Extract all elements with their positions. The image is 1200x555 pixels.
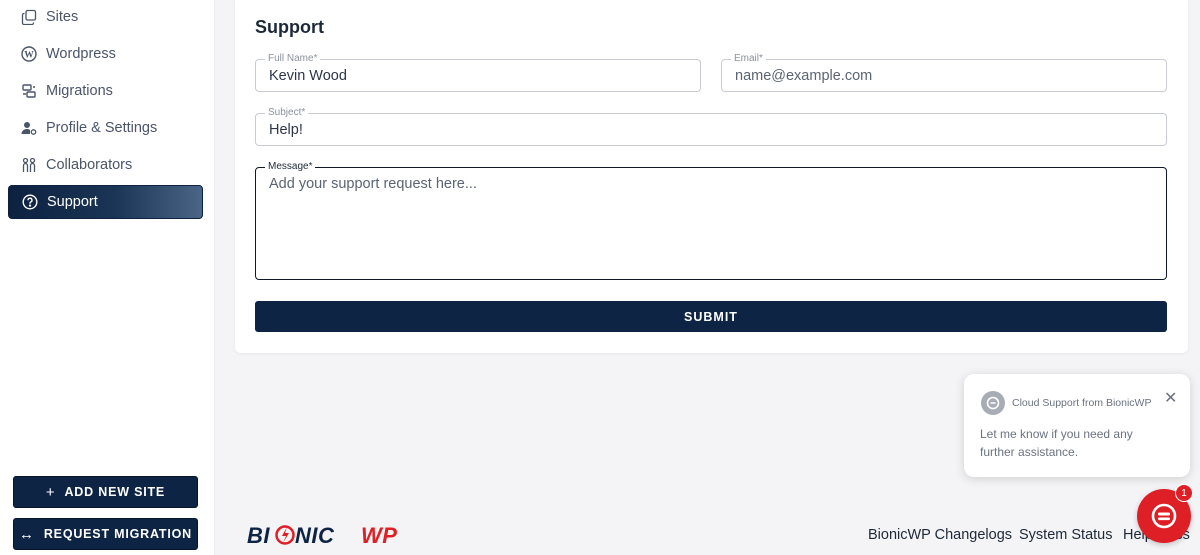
subject-field[interactable]: Subject* Help! xyxy=(255,107,1167,146)
request-migration-label: REQUEST MIGRATION xyxy=(43,527,192,541)
message-textarea[interactable]: Message* Add your support request here..… xyxy=(255,161,1167,280)
sidebar-item-label: Migrations xyxy=(46,83,113,99)
page-title: Support xyxy=(255,17,324,37)
profile-settings-icon xyxy=(20,119,38,137)
sites-icon xyxy=(20,8,38,26)
footer-link-system-status[interactable]: System Status xyxy=(1019,527,1112,543)
sidebar-item-sites[interactable]: Sites xyxy=(8,0,203,34)
sidebar-item-support[interactable]: Support xyxy=(8,185,203,219)
migrations-icon xyxy=(20,82,38,100)
full-name-field[interactable]: Full Name* Kevin Wood xyxy=(255,53,701,92)
bionicwp-logo[interactable]: BI NIC WP xyxy=(247,520,407,550)
submit-button[interactable]: SUBMIT xyxy=(255,301,1167,332)
sidebar-item-label: Wordpress xyxy=(46,46,116,62)
svg-text:W: W xyxy=(24,51,34,61)
sidebar-item-label: Collaborators xyxy=(46,157,133,173)
sidebar-item-collaborators[interactable]: Collaborators xyxy=(8,148,203,182)
subject-value: Help! xyxy=(269,122,303,138)
message-label: Message* xyxy=(265,161,316,172)
help-circle-icon xyxy=(21,193,39,211)
sidebar: Sites W Wordpress Migrations Profile & S… xyxy=(0,0,215,555)
email-field[interactable]: Email* name@example.com xyxy=(721,53,1167,92)
chat-icon xyxy=(1151,503,1177,529)
support-card: Support Full Name* Kevin Wood Email* nam… xyxy=(235,0,1188,353)
app: Sites W Wordpress Migrations Profile & S… xyxy=(0,0,1200,555)
email-label: Email* xyxy=(731,53,766,64)
full-name-label: Full Name* xyxy=(265,53,321,64)
svg-text:NIC: NIC xyxy=(295,523,335,548)
subject-label: Subject* xyxy=(265,107,309,118)
chat-popup[interactable]: Cloud Support from BionicWP ✕ Let me kno… xyxy=(964,374,1190,477)
wordpress-icon: W xyxy=(20,45,38,63)
chat-sender: Cloud Support from BionicWP xyxy=(1012,397,1152,409)
svg-text:WP: WP xyxy=(361,523,397,548)
sidebar-item-profile-settings[interactable]: Profile & Settings xyxy=(8,111,203,145)
request-migration-button[interactable]: ↔ REQUEST MIGRATION xyxy=(13,518,198,550)
sidebar-item-label: Support xyxy=(47,194,98,210)
footer-link-changelogs[interactable]: BionicWP Changelogs xyxy=(868,527,1012,543)
bionicwp-logo-graphic: BI NIC WP xyxy=(247,523,397,548)
notification-badge: 1 xyxy=(1175,484,1193,502)
chat-avatar-icon xyxy=(981,391,1005,415)
full-name-value: Kevin Wood xyxy=(269,68,347,84)
svg-text:BI: BI xyxy=(247,523,270,548)
close-icon[interactable]: ✕ xyxy=(1164,388,1177,408)
plus-icon: + xyxy=(45,483,56,501)
message-placeholder: Add your support request here... xyxy=(269,176,477,192)
chat-message: Let me know if you need any further assi… xyxy=(980,427,1133,459)
arrows-horizontal-icon: ↔ xyxy=(19,525,35,543)
sidebar-item-label: Sites xyxy=(46,9,79,25)
sidebar-item-label: Profile & Settings xyxy=(46,120,158,136)
sidebar-item-migrations[interactable]: Migrations xyxy=(8,74,203,108)
collaborators-icon xyxy=(20,156,38,174)
email-placeholder: name@example.com xyxy=(735,68,873,84)
add-new-site-button[interactable]: + ADD NEW SITE xyxy=(13,476,198,508)
add-new-site-label: ADD NEW SITE xyxy=(64,485,166,499)
sidebar-item-wordpress[interactable]: W Wordpress xyxy=(8,37,203,71)
